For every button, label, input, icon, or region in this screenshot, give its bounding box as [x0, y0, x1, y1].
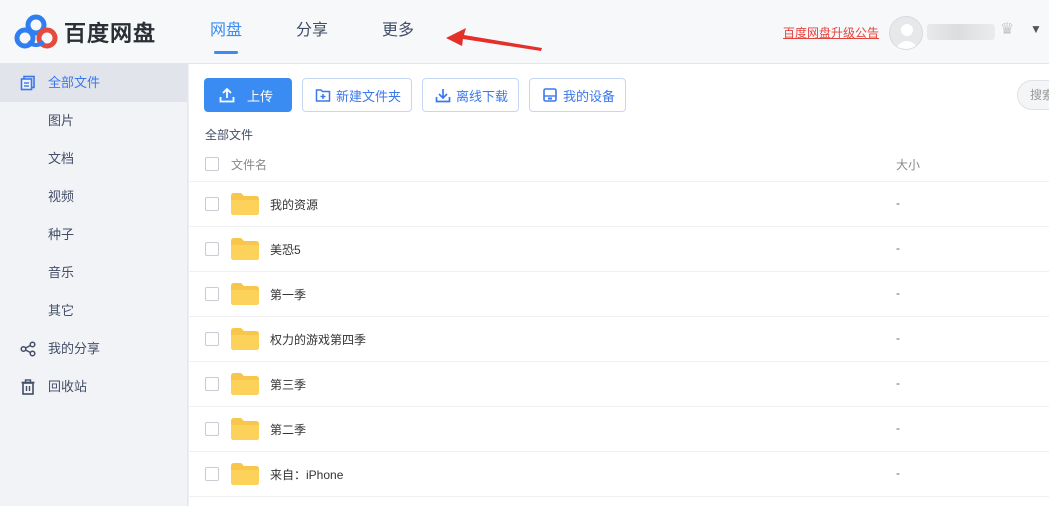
red-annotation-arrow: [446, 28, 542, 51]
sidebar-item-label: 视频: [48, 189, 75, 204]
my-devices-button[interactable]: 我的设备: [529, 78, 627, 112]
table-row[interactable]: 来自：iPhone -: [189, 452, 1049, 497]
brand-name: 百度网盘: [64, 21, 157, 46]
breadcrumb[interactable]: 全部文件: [205, 126, 253, 143]
file-name[interactable]: 第三季: [270, 376, 306, 393]
download-icon: [435, 89, 451, 103]
table-row[interactable]: 第一季 -: [189, 272, 1049, 317]
sidebar-item-label: 回收站: [48, 379, 88, 394]
toolbar: 上传 新建文件夹 离线下载 我的设备: [204, 78, 636, 112]
brand-logo[interactable]: 百度网盘: [14, 14, 156, 50]
files-icon: [20, 75, 35, 91]
table-row[interactable]: 美恐5 -: [189, 227, 1049, 272]
tab-share[interactable]: 分享: [296, 0, 328, 64]
row-checkbox[interactable]: [205, 377, 219, 391]
file-name[interactable]: 权力的游戏第四季: [270, 331, 366, 348]
tab-netdisk[interactable]: 网盘: [210, 0, 242, 64]
sidebar-item-music[interactable]: 音乐: [0, 254, 187, 292]
upload-label: 上传: [247, 88, 274, 104]
tab-more[interactable]: 更多: [382, 0, 414, 64]
upgrade-notice-link[interactable]: 百度网盘升级公告: [783, 24, 879, 41]
row-checkbox[interactable]: [205, 197, 219, 211]
search-input[interactable]: 搜索: [1017, 80, 1049, 110]
new-folder-button[interactable]: 新建文件夹: [302, 78, 413, 112]
table-row[interactable]: 我的资源 -: [189, 182, 1049, 227]
file-name[interactable]: 我的资源: [270, 196, 318, 213]
device-icon: [543, 88, 557, 102]
sidebar-item-torrents[interactable]: 种子: [0, 216, 187, 254]
sidebar: 全部文件 图片 文档 视频 种子 音乐 其它 我的分享 回收站: [0, 64, 188, 506]
username-masked: [927, 24, 995, 40]
table-row[interactable]: 第二季 -: [189, 407, 1049, 452]
sidebar-item-videos[interactable]: 视频: [0, 178, 187, 216]
upload-button[interactable]: 上传: [204, 78, 293, 112]
sidebar-item-label: 音乐: [48, 265, 75, 280]
sidebar-item-label: 种子: [48, 227, 75, 242]
sidebar-item-documents[interactable]: 文档: [0, 140, 187, 178]
share-icon: [20, 341, 36, 357]
table-header: 文件名 大小: [189, 144, 1049, 182]
row-checkbox[interactable]: [205, 332, 219, 346]
file-size: -: [896, 196, 900, 210]
select-all-checkbox[interactable]: [205, 157, 219, 171]
new-folder-label: 新建文件夹: [336, 88, 402, 104]
column-header-size[interactable]: 大小: [896, 156, 920, 173]
file-name[interactable]: 第二季: [270, 421, 306, 438]
file-table: 文件名 大小 我的资源 - 美恐5 - 第一季 - 权力的游戏第四季 - 第三季…: [189, 144, 1049, 497]
table-rows: 我的资源 - 美恐5 - 第一季 - 权力的游戏第四季 - 第三季 - 第二季 …: [189, 182, 1049, 497]
chevron-down-icon[interactable]: ▼: [1030, 22, 1042, 36]
cloud-logo-icon: [14, 14, 58, 49]
sidebar-item-recycle-bin[interactable]: 回收站: [0, 368, 187, 406]
file-size: -: [896, 466, 900, 480]
sidebar-item-images[interactable]: 图片: [0, 102, 187, 140]
sidebar-item-label: 全部文件: [48, 75, 101, 90]
folder-icon: [231, 463, 259, 485]
file-size: -: [896, 331, 900, 345]
sidebar-item-label: 其它: [48, 303, 75, 318]
folder-icon: [231, 238, 259, 260]
offline-download-label: 离线下载: [456, 88, 509, 104]
upload-icon: [219, 87, 235, 103]
new-folder-icon: [315, 89, 331, 102]
main-panel: 上传 新建文件夹 离线下载 我的设备 搜索 全部文件 文件名 大小 我的资源 -…: [189, 64, 1049, 506]
file-name[interactable]: 美恐5: [270, 241, 301, 258]
row-checkbox[interactable]: [205, 467, 219, 481]
file-size: -: [896, 241, 900, 255]
folder-icon: [231, 418, 259, 440]
folder-icon: [231, 328, 259, 350]
folder-icon: [231, 283, 259, 305]
file-name[interactable]: 第一季: [270, 286, 306, 303]
my-devices-label: 我的设备: [563, 88, 616, 104]
file-size: -: [896, 376, 900, 390]
crown-icon: ♛: [1000, 21, 1015, 38]
trash-icon: [21, 379, 35, 395]
sidebar-item-label: 我的分享: [48, 341, 101, 356]
sidebar-item-my-shares[interactable]: 我的分享: [0, 330, 187, 368]
file-size: -: [896, 421, 900, 435]
sidebar-item-other[interactable]: 其它: [0, 292, 187, 330]
file-name[interactable]: 来自：iPhone: [270, 466, 343, 483]
user-silhouette-icon: [895, 24, 919, 49]
folder-icon: [231, 193, 259, 215]
sidebar-item-all-files[interactable]: 全部文件: [0, 64, 187, 102]
folder-icon: [231, 373, 259, 395]
file-size: -: [896, 286, 900, 300]
offline-download-button[interactable]: 离线下载: [422, 78, 520, 112]
row-checkbox[interactable]: [205, 287, 219, 301]
sidebar-item-label: 文档: [48, 151, 75, 166]
table-row[interactable]: 第三季 -: [189, 362, 1049, 407]
sidebar-item-label: 图片: [48, 113, 75, 128]
avatar[interactable]: [889, 16, 923, 50]
main-nav: 网盘 分享 更多: [210, 0, 468, 64]
row-checkbox[interactable]: [205, 422, 219, 436]
column-header-filename[interactable]: 文件名: [231, 156, 267, 173]
table-row[interactable]: 权力的游戏第四季 -: [189, 317, 1049, 362]
row-checkbox[interactable]: [205, 242, 219, 256]
top-header: 百度网盘 网盘 分享 更多 百度网盘升级公告 ♛ ▼: [0, 0, 1049, 64]
